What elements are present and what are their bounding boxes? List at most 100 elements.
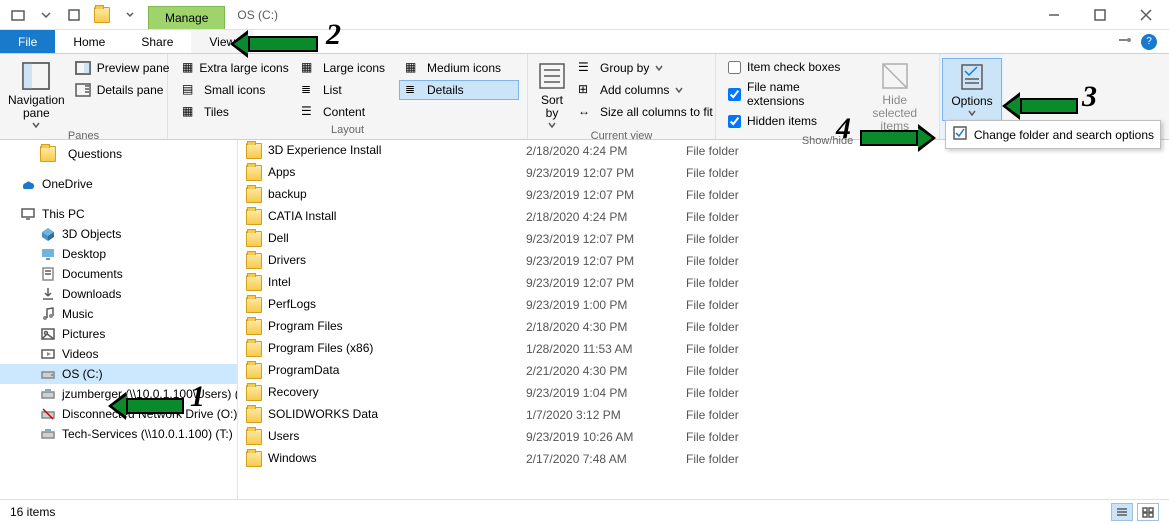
videos-icon: [40, 346, 56, 362]
downloads-icon: [40, 286, 56, 302]
preview-pane-button[interactable]: Preview pane: [69, 58, 176, 78]
app-icon[interactable]: [6, 3, 30, 27]
table-row[interactable]: Windows2/17/2020 7:48 AMFile folder: [238, 448, 1169, 470]
sort-by-icon: [536, 60, 568, 92]
view-details-button[interactable]: [1111, 503, 1133, 521]
file-name: Dell: [268, 231, 289, 245]
file-extensions-checkbox[interactable]: File name extensions: [724, 78, 855, 110]
qat-new-folder[interactable]: [90, 3, 114, 27]
size-all-button[interactable]: ↔Size all columns to fit: [572, 102, 719, 122]
navigation-pane-button[interactable]: Navigation pane: [8, 58, 65, 128]
main-area: Questions OneDrive This PC 3D Objects De…: [0, 140, 1169, 499]
objects-3d-icon: [40, 226, 56, 242]
hidden-items-checkbox[interactable]: Hidden items: [724, 112, 855, 130]
navigation-pane-icon: [20, 60, 52, 92]
help-icon[interactable]: ?: [1141, 34, 1157, 50]
details-pane-icon: [75, 82, 91, 98]
table-row[interactable]: Users9/23/2019 10:26 AMFile folder: [238, 426, 1169, 448]
xlarge-icon: ▦: [182, 60, 193, 76]
file-date: 9/23/2019 1:04 PM: [518, 382, 678, 404]
file-list[interactable]: 3D Experience Install2/18/2020 4:24 PMFi…: [238, 140, 1169, 499]
tree-videos[interactable]: Videos: [0, 344, 237, 364]
view-large-button[interactable]: [1137, 503, 1159, 521]
hide-selected-icon: [879, 60, 911, 92]
qat-customize[interactable]: [118, 3, 142, 27]
layout-tiles[interactable]: ▦Tiles: [176, 102, 291, 122]
item-check-boxes-checkbox[interactable]: Item check boxes: [724, 58, 855, 76]
layout-xlarge[interactable]: ▦Extra large icons: [176, 58, 291, 78]
file-ext-label: File name extensions: [747, 80, 851, 108]
file-type: File folder: [678, 206, 1169, 228]
table-row[interactable]: Dell 9/23/2019 12:07 PMFile folder: [238, 228, 1169, 250]
options-button[interactable]: Options: [942, 58, 1002, 121]
layout-small[interactable]: ▤Small icons: [176, 80, 291, 100]
maximize-button[interactable]: [1077, 0, 1123, 30]
folder-icon: [246, 341, 262, 357]
add-columns-button[interactable]: ⊞Add columns: [572, 80, 719, 100]
file-type: File folder: [678, 272, 1169, 294]
layout-medium-label: Medium icons: [427, 61, 501, 75]
file-type: File folder: [678, 228, 1169, 250]
tree-downloads[interactable]: Downloads: [0, 284, 237, 304]
status-bar: 16 items: [0, 499, 1169, 523]
table-row[interactable]: Apps9/23/2019 12:07 PMFile folder: [238, 162, 1169, 184]
tree-label: Documents: [62, 267, 123, 281]
tree-onedrive[interactable]: OneDrive: [0, 174, 237, 194]
file-date: 9/23/2019 12:07 PM: [518, 228, 678, 250]
folder-icon: [246, 385, 262, 401]
tree-music[interactable]: Music: [0, 304, 237, 324]
layout-medium[interactable]: ▦Medium icons: [399, 58, 519, 78]
folder-icon: [246, 275, 262, 291]
tree-netdrive-t[interactable]: Tech-Services (\\10.0.1.100) (T:): [0, 424, 237, 444]
qat-dropdown[interactable]: [34, 3, 58, 27]
navigation-tree[interactable]: Questions OneDrive This PC 3D Objects De…: [0, 140, 238, 499]
tree-desktop[interactable]: Desktop: [0, 244, 237, 264]
table-row[interactable]: Drivers9/23/2019 12:07 PMFile folder: [238, 250, 1169, 272]
table-row[interactable]: CATIA Install2/18/2020 4:24 PMFile folde…: [238, 206, 1169, 228]
size-all-label: Size all columns to fit: [600, 105, 713, 119]
tree-documents[interactable]: Documents: [0, 264, 237, 284]
table-row[interactable]: PerfLogs9/23/2019 1:00 PMFile folder: [238, 294, 1169, 316]
table-row[interactable]: Program Files (x86)1/28/2020 11:53 AMFil…: [238, 338, 1169, 360]
desktop-icon: [40, 246, 56, 262]
table-row[interactable]: SOLIDWORKS Data1/7/2020 3:12 PMFile fold…: [238, 404, 1169, 426]
item-check-label: Item check boxes: [747, 60, 840, 74]
folder-icon: [246, 209, 262, 225]
table-row[interactable]: Program Files2/18/2020 4:30 PMFile folde…: [238, 316, 1169, 338]
minimize-button[interactable]: [1031, 0, 1077, 30]
layout-large[interactable]: ▦Large icons: [295, 58, 395, 78]
layout-list-label: List: [323, 83, 342, 97]
table-row[interactable]: Intel9/23/2019 12:07 PMFile folder: [238, 272, 1169, 294]
details-icon: ≣: [405, 82, 421, 98]
chevron-down-icon: [675, 87, 683, 93]
preview-pane-label: Preview pane: [97, 61, 170, 75]
layout-details[interactable]: ≣Details: [399, 80, 519, 100]
details-pane-button[interactable]: Details pane: [69, 80, 176, 100]
tab-share[interactable]: Share: [123, 30, 191, 53]
hide-selected-button[interactable]: Hide selected items: [859, 58, 932, 133]
close-button[interactable]: [1123, 0, 1169, 30]
file-type: File folder: [678, 184, 1169, 206]
tree-pictures[interactable]: Pictures: [0, 324, 237, 344]
table-row[interactable]: Recovery9/23/2019 1:04 PMFile folder: [238, 382, 1169, 404]
file-date: 2/18/2020 4:30 PM: [518, 316, 678, 338]
sort-by-button[interactable]: Sort by: [536, 58, 568, 128]
options-popup[interactable]: Change folder and search options: [945, 120, 1161, 149]
layout-content[interactable]: ☰Content: [295, 102, 395, 122]
table-row[interactable]: ProgramData2/21/2020 4:30 PMFile folder: [238, 360, 1169, 382]
tree-this-pc[interactable]: This PC: [0, 204, 237, 224]
layout-list[interactable]: ≣List: [295, 80, 395, 100]
music-icon: [40, 306, 56, 322]
tree-questions[interactable]: Questions: [0, 144, 237, 164]
tree-label: Desktop: [62, 247, 106, 261]
table-row[interactable]: backup9/23/2019 12:07 PMFile folder: [238, 184, 1169, 206]
group-layout: ▦Extra large icons ▤Small icons ▦Tiles ▦…: [168, 54, 528, 139]
file-type: File folder: [678, 294, 1169, 316]
tab-home[interactable]: Home: [55, 30, 123, 53]
tree-3dobjects[interactable]: 3D Objects: [0, 224, 237, 244]
context-tab-manage[interactable]: Manage: [148, 6, 225, 29]
qat-properties[interactable]: [62, 3, 86, 27]
group-by-button[interactable]: ☰Group by: [572, 58, 719, 78]
pin-icon[interactable]: [1117, 33, 1131, 50]
tab-file[interactable]: File: [0, 30, 55, 53]
